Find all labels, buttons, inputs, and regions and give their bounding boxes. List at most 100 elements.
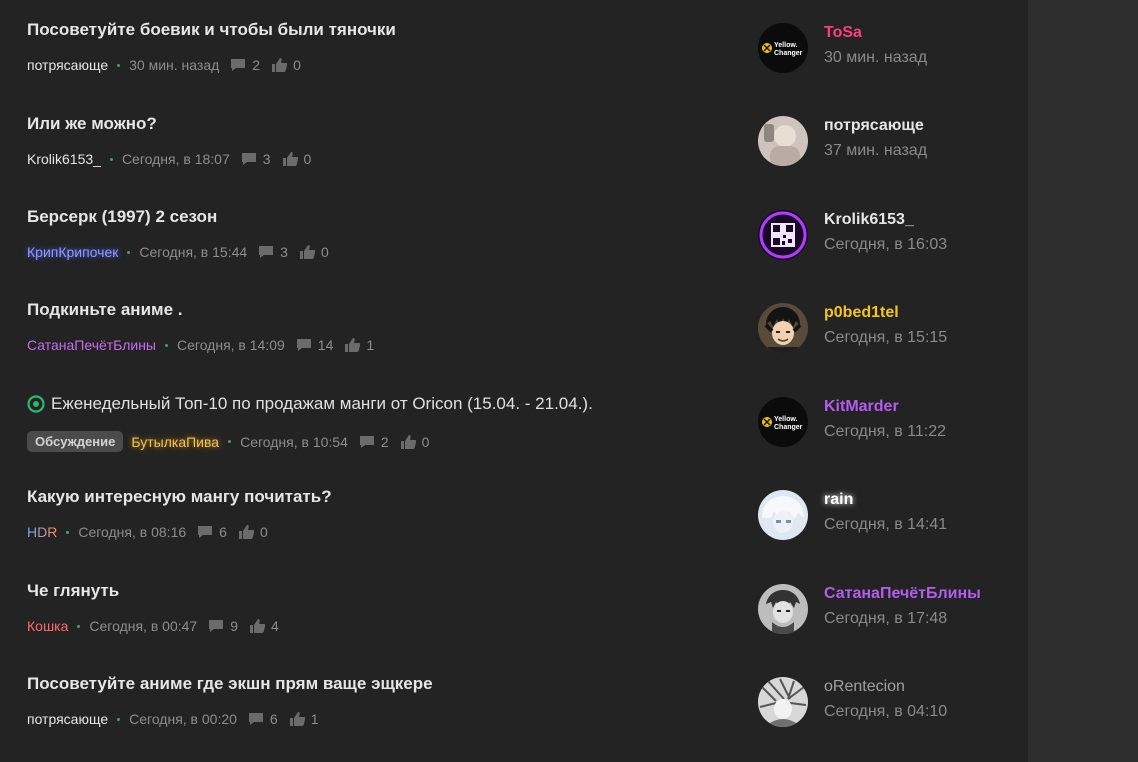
like-count: 0 [293, 57, 301, 73]
separator-dot [77, 624, 81, 628]
last-poster-name[interactable]: rain [824, 491, 853, 509]
thread-time: Сегодня, в 00:20 [129, 711, 237, 727]
thread-meta: потрясающе 30 мин. назад 2 0 [27, 57, 301, 73]
thread-row: Посоветуйте аниме где экшн прям ваще эщк… [27, 673, 727, 727]
last-post-time: Сегодня, в 15:15 [824, 329, 948, 346]
last-post-time: Сегодня, в 11:22 [824, 423, 947, 440]
like-count: 0 [259, 524, 268, 540]
reply-count: 2 [380, 433, 389, 450]
thread-author[interactable]: потрясающе [27, 57, 108, 73]
thread-time: Сегодня, в 14:09 [177, 337, 285, 353]
thread-author[interactable]: потрясающе [27, 711, 108, 727]
thread-time: Сегодня, в 08:16 [78, 524, 187, 540]
thread-time: 30 мин. назад [129, 57, 220, 73]
last-post-time: Сегодня, в 16:03 [824, 236, 948, 253]
thread-title[interactable]: Подкиньте аниме . [27, 299, 727, 321]
reply-count: 9 [230, 618, 238, 634]
thread-row: Еженедельный Топ-10 по продажам манги от… [27, 393, 727, 452]
avatar[interactable]: Yellow. Changer [758, 23, 808, 73]
avatar[interactable] [758, 677, 808, 727]
avatar[interactable] [758, 490, 808, 540]
like-count: 0 [421, 433, 430, 450]
comment-icon [259, 246, 274, 258]
last-poster-name[interactable]: p0bed1tel [824, 304, 899, 322]
thread-row: Берсерк (1997) 2 сезон КрипКрипочек Сего… [27, 206, 727, 260]
thread-title[interactable]: Че глянуть [27, 580, 727, 602]
avatar[interactable] [758, 210, 808, 260]
reply-count: 3 [262, 151, 271, 167]
separator-dot [127, 250, 131, 254]
last-poster-name[interactable]: СатанаПечётБлины [824, 585, 981, 603]
last-poster-name[interactable]: потрясающе [824, 117, 924, 135]
thread-row: Че глянуть Кошка Сегодня, в 00:47 9 4 [27, 580, 727, 634]
separator-dot [228, 440, 232, 443]
thread-time: Сегодня, в 00:47 [89, 618, 198, 634]
reply-count: 6 [269, 711, 278, 727]
thread-meta: потрясающе Сегодня, в 00:20 6 1 [27, 711, 319, 727]
separator-dot [117, 717, 121, 721]
separator-dot [109, 157, 113, 161]
comment-icon [359, 435, 374, 448]
reply-count: 14 [317, 337, 334, 353]
last-post-time: Сегодня, в 04:10 [824, 703, 948, 720]
thread-author[interactable]: Krolik6153_ [27, 151, 101, 167]
thread-meta: Обсуждение БутылкаПива Сегодня, в 10:54 … [27, 431, 429, 452]
like-count: 4 [271, 618, 279, 634]
last-post: oRentecion Сегодня, в 04:10 [758, 677, 1018, 727]
avatar[interactable]: Yellow. Changer [758, 397, 808, 447]
reply-count: 2 [252, 57, 261, 73]
last-post-time: Сегодня, в 17:48 [824, 610, 948, 627]
comment-icon [198, 526, 213, 538]
separator-dot [165, 343, 168, 347]
comment-icon [209, 620, 224, 632]
thread-title[interactable]: Берсерк (1997) 2 сезон [27, 206, 727, 228]
like-icon [345, 338, 361, 352]
last-poster-name[interactable]: ToSa [824, 24, 862, 42]
thread-title[interactable]: Посоветуйте боевик и чтобы были тяночки [27, 19, 727, 41]
thread-title[interactable]: Посоветуйте аниме где экшн прям ваще эщк… [27, 673, 727, 695]
thread-author[interactable]: СатанаПечётБлины [27, 337, 156, 353]
avatar[interactable] [758, 116, 808, 166]
thread-meta: Кошка Сегодня, в 00:47 9 4 [27, 618, 279, 634]
last-poster-name[interactable]: Krolik6153_ [824, 211, 914, 229]
thread-meta: КрипКрипочек Сегодня, в 15:44 3 0 [27, 244, 329, 260]
thread-author[interactable]: HDR [27, 524, 57, 540]
prefix-badge[interactable]: Обсуждение [27, 431, 124, 452]
like-icon [250, 619, 265, 633]
comment-icon [296, 339, 311, 351]
thread-title[interactable]: Еженедельный Топ-10 по продажам манги от… [51, 393, 593, 415]
thread-title[interactable]: Какую интересную мангу почитать? [27, 486, 727, 508]
svg-text:Yellow.: Yellow. [774, 416, 798, 423]
last-post-time: Сегодня, в 14:41 [824, 516, 948, 533]
like-icon [238, 525, 254, 539]
thread-row: Или же можно? Krolik6153_ Сегодня, в 18:… [27, 113, 727, 167]
reply-count: 6 [219, 524, 227, 540]
like-icon [289, 712, 305, 726]
last-post: потрясающе 37 мин. назад [758, 116, 1018, 166]
last-post: rain Сегодня, в 14:41 [758, 490, 1018, 540]
last-poster-name[interactable]: KitMarder [824, 398, 899, 416]
thread-meta: Krolik6153_ Сегодня, в 18:07 3 0 [27, 151, 311, 167]
svg-text:Yellow.: Yellow. [774, 42, 798, 49]
avatar[interactable] [758, 303, 808, 353]
like-icon [400, 434, 416, 449]
last-post: Yellow. Changer KitMarder Сегодня, в 11:2… [758, 397, 1018, 447]
last-post: p0bed1tel Сегодня, в 15:15 [758, 303, 1018, 353]
last-poster-name[interactable]: oRentecion [824, 678, 905, 696]
thread-meta: СатанаПечётБлины Сегодня, в 14:09 14 1 [27, 337, 374, 353]
thread-meta: HDR Сегодня, в 08:16 6 0 [27, 524, 268, 540]
last-post: Yellow. Changer ToSa 30 мин. назад [758, 23, 1018, 73]
thread-title[interactable]: Или же можно? [27, 113, 727, 135]
thread-author[interactable]: Кошка [27, 618, 68, 634]
right-gutter [1028, 0, 1138, 762]
thread-author[interactable]: БутылкаПива [131, 434, 219, 450]
comment-icon [231, 59, 246, 71]
avatar[interactable] [758, 584, 808, 634]
like-count: 0 [303, 151, 312, 167]
thread-list-panel: Посоветуйте боевик и чтобы были тяночки … [0, 0, 1028, 762]
thread-author[interactable]: КрипКрипочек [27, 244, 118, 260]
separator-dot [66, 530, 70, 534]
svg-text:Changer: Changer [774, 424, 803, 431]
svg-text:Changer: Changer [774, 50, 803, 57]
last-post: СатанаПечётБлины Сегодня, в 17:48 [758, 584, 1018, 634]
